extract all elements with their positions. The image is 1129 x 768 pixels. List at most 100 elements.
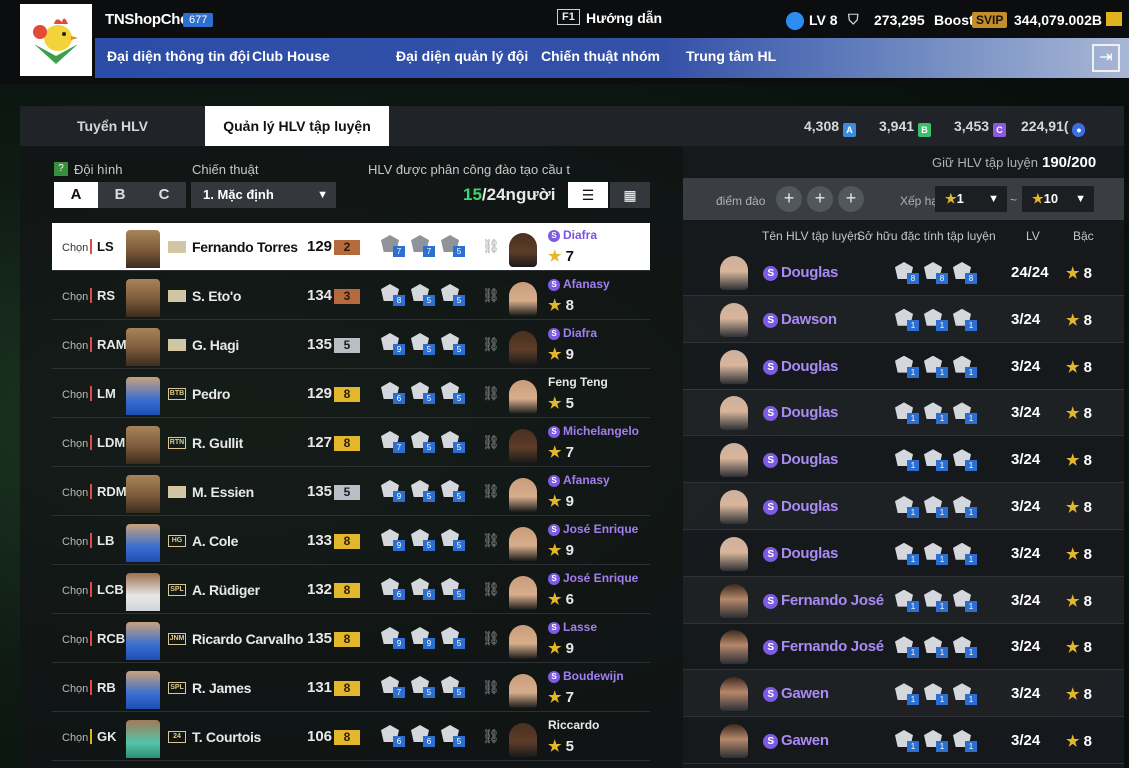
select-button[interactable]: Chọn [62, 487, 88, 499]
link-icon[interactable]: ⛓ [482, 238, 500, 255]
training-trait-icon: 9 [379, 527, 405, 551]
coach-row[interactable]: S Douglas 1 1 1 3/24 ★ 8 [683, 389, 1124, 437]
link-icon[interactable]: ⛓ [482, 385, 500, 402]
tab-manage-coach[interactable]: Quản lý HLV tập luyện [205, 106, 389, 146]
select-button[interactable]: Chọn [62, 732, 88, 744]
coach-row[interactable]: S Dawson 1 1 1 3/24 ★ 8 [683, 296, 1124, 343]
coach-grade: ★ 8 [1066, 452, 1092, 470]
coach-level: ★ 7 [548, 444, 574, 461]
rank-from-dropdown[interactable]: ★1 ▼ [935, 186, 1007, 212]
coach-level: ★ 9 [548, 542, 574, 559]
select-button[interactable]: Chọn [62, 438, 88, 450]
player-row[interactable]: Chọn RS S. Eto'o 134 3 8 5 5 ⛓ S Afanasy ★ 8 [52, 272, 650, 320]
trait-level-badge: 6 [393, 393, 405, 404]
link-icon[interactable]: ⛓ [482, 679, 500, 696]
position-label: RS [90, 288, 115, 303]
coach-name: S Diafra [548, 326, 597, 340]
link-icon[interactable]: ⛓ [482, 434, 500, 451]
chevron-down-icon: ▼ [988, 193, 999, 205]
player-ovr: 133 [307, 532, 333, 549]
select-button[interactable]: Chọn [62, 634, 88, 646]
coach-row[interactable]: S Douglas 1 1 1 3/24 ★ 8 [683, 343, 1124, 390]
player-row[interactable]: Chọn GK 24 T. Courtois 106 8 6 6 5 ⛓ Riccardo ★ 5 [52, 713, 650, 761]
player-row[interactable]: Chọn LB HG A. Cole 133 8 9 5 5 ⛓ S José Enrique ★ 9 [52, 517, 650, 565]
help-label[interactable]: Hướng dẫn [586, 10, 662, 26]
position-label: RCB [90, 631, 125, 646]
select-button[interactable]: Chọn [62, 683, 88, 695]
link-icon[interactable]: ⛓ [482, 532, 500, 549]
coach-lv: 3/24 [1011, 498, 1041, 515]
currency-value: 273,295 [874, 12, 925, 28]
link-icon[interactable]: ⛓ [482, 336, 500, 353]
nav-team-tactics[interactable]: Chiến thuật nhóm [541, 48, 660, 64]
formation-a-button[interactable]: A [54, 182, 98, 208]
tab-recruit-coach[interactable]: Tuyển HLV [20, 106, 205, 146]
link-icon[interactable]: ⛓ [482, 630, 500, 647]
trait-icons: 1 1 1 [893, 541, 977, 565]
select-button[interactable]: Chọn [62, 242, 88, 254]
coach-row[interactable]: S Douglas 1 1 1 3/24 ★ 8 [683, 436, 1124, 484]
add-filter-3-button[interactable]: + [838, 186, 864, 212]
nav-training-center[interactable]: Trung tâm HL [686, 48, 776, 64]
player-row[interactable]: Chọn RCB JNM Ricardo Carvalho 135 8 9 9 5 ⛓ S Lasse… [52, 615, 650, 663]
training-trait-icon: 1 [893, 728, 919, 752]
player-name: G. Hagi [192, 337, 239, 353]
list-view-icon[interactable]: ☰ [568, 182, 608, 208]
link-icon[interactable]: ⛓ [482, 581, 500, 598]
player-row[interactable]: Chọn LCB SPL A. Rüdiger 132 8 6 6 5 ⛓ S José Enriqu… [52, 566, 650, 614]
trait-level-badge: 5 [423, 295, 435, 306]
coach-level: ★ 6 [548, 591, 574, 608]
rank-to-dropdown[interactable]: ★10 ▼ [1022, 186, 1094, 212]
col-trait: Sở hữu đặc tính tập luyện [857, 229, 996, 243]
trait-level-badge: 9 [393, 638, 405, 649]
help-icon[interactable]: ? [54, 162, 68, 176]
coach-photo [509, 527, 537, 561]
select-button[interactable]: Chọn [62, 340, 88, 352]
link-icon[interactable]: ⛓ [482, 728, 500, 745]
player-row[interactable]: Chọn RAM G. Hagi 135 5 9 5 5 ⛓ S Diafra ★ 9 [52, 321, 650, 369]
club-logo[interactable] [20, 4, 92, 76]
select-button[interactable]: Chọn [62, 389, 88, 401]
coach-name: S Boudewijn [548, 669, 624, 683]
coach-row[interactable]: S Fernando José 1 1 1 3/24 ★ 8 [683, 577, 1124, 624]
training-trait-icon: 8 [379, 282, 405, 306]
coach-grade: ★ 8 [1066, 265, 1092, 282]
nav-club-house[interactable]: Club House [252, 48, 330, 64]
nav-team-info[interactable]: Đại diện thông tin đội [107, 48, 250, 64]
coach-row[interactable]: S Douglas 1 1 1 3/24 ★ 8 [683, 483, 1124, 530]
tactic-dropdown[interactable]: 1. Mặc định ▼ [191, 182, 336, 208]
season-badge [168, 241, 186, 253]
training-trait-icon: 1 [951, 447, 977, 472]
coach-level: ★ 9 [548, 493, 574, 510]
coach-row[interactable]: S Gawen 1 1 1 3/24 ★ 8 [683, 717, 1124, 764]
exit-icon[interactable]: ⇥ [1092, 44, 1120, 72]
player-row[interactable]: Chọn LS Fernando Torres 129 2 7 7 5 ⛓ S Diafra ★ 7 [52, 223, 650, 271]
training-trait-icon: 1 [893, 541, 919, 565]
coach-row[interactable]: S Gawen 1 1 1 3/24 ★ 8 [683, 670, 1124, 718]
player-photo [126, 475, 160, 513]
card-view-icon[interactable]: ▦ [610, 182, 650, 208]
select-button[interactable]: Chọn [62, 585, 88, 597]
player-row[interactable]: Chọn LM BTB Pedro 129 8 6 5 5 ⛓ Feng Teng ★ 5 [52, 370, 650, 418]
player-photo [126, 426, 160, 464]
help-key[interactable]: F1 [557, 9, 580, 25]
add-filter-1-button[interactable]: + [776, 186, 802, 212]
player-row[interactable]: Chọn RDM M. Essien 135 5 9 5 5 ⛓ S Afanasy ★ 9 [52, 468, 650, 516]
coach-name: S Gawen [763, 732, 829, 749]
coach-row[interactable]: S Douglas 8 8 8 24/24 ★ 8 [683, 249, 1124, 296]
formation-b-button[interactable]: B [98, 182, 142, 208]
coach-row[interactable]: S Douglas 1 1 1 3/24 ★ 8 [683, 530, 1124, 577]
formation-c-button[interactable]: C [142, 182, 186, 208]
nav-team-manager[interactable]: Đại diện quản lý đội [396, 48, 528, 64]
player-row[interactable]: Chọn LDM RTN R. Gullit 127 8 7 5 5 ⛓ S Michelangelo… [52, 419, 650, 467]
link-icon[interactable]: ⛓ [482, 287, 500, 304]
select-button[interactable]: Chọn [62, 291, 88, 303]
coach-row[interactable]: S Fernando José 1 1 1 3/24 ★ 8 [683, 623, 1124, 671]
select-button[interactable]: Chọn [62, 536, 88, 548]
trait-level-badge: 8 [907, 273, 919, 284]
link-icon[interactable]: ⛓ [482, 483, 500, 500]
player-row[interactable]: Chọn RB SPL R. James 131 8 7 5 5 ⛓ S Boudewijn ★ 7 [52, 664, 650, 712]
trait-level-badge: 1 [907, 413, 919, 425]
trait-icons: 1 1 1 [893, 447, 977, 472]
add-filter-2-button[interactable]: + [807, 186, 833, 212]
